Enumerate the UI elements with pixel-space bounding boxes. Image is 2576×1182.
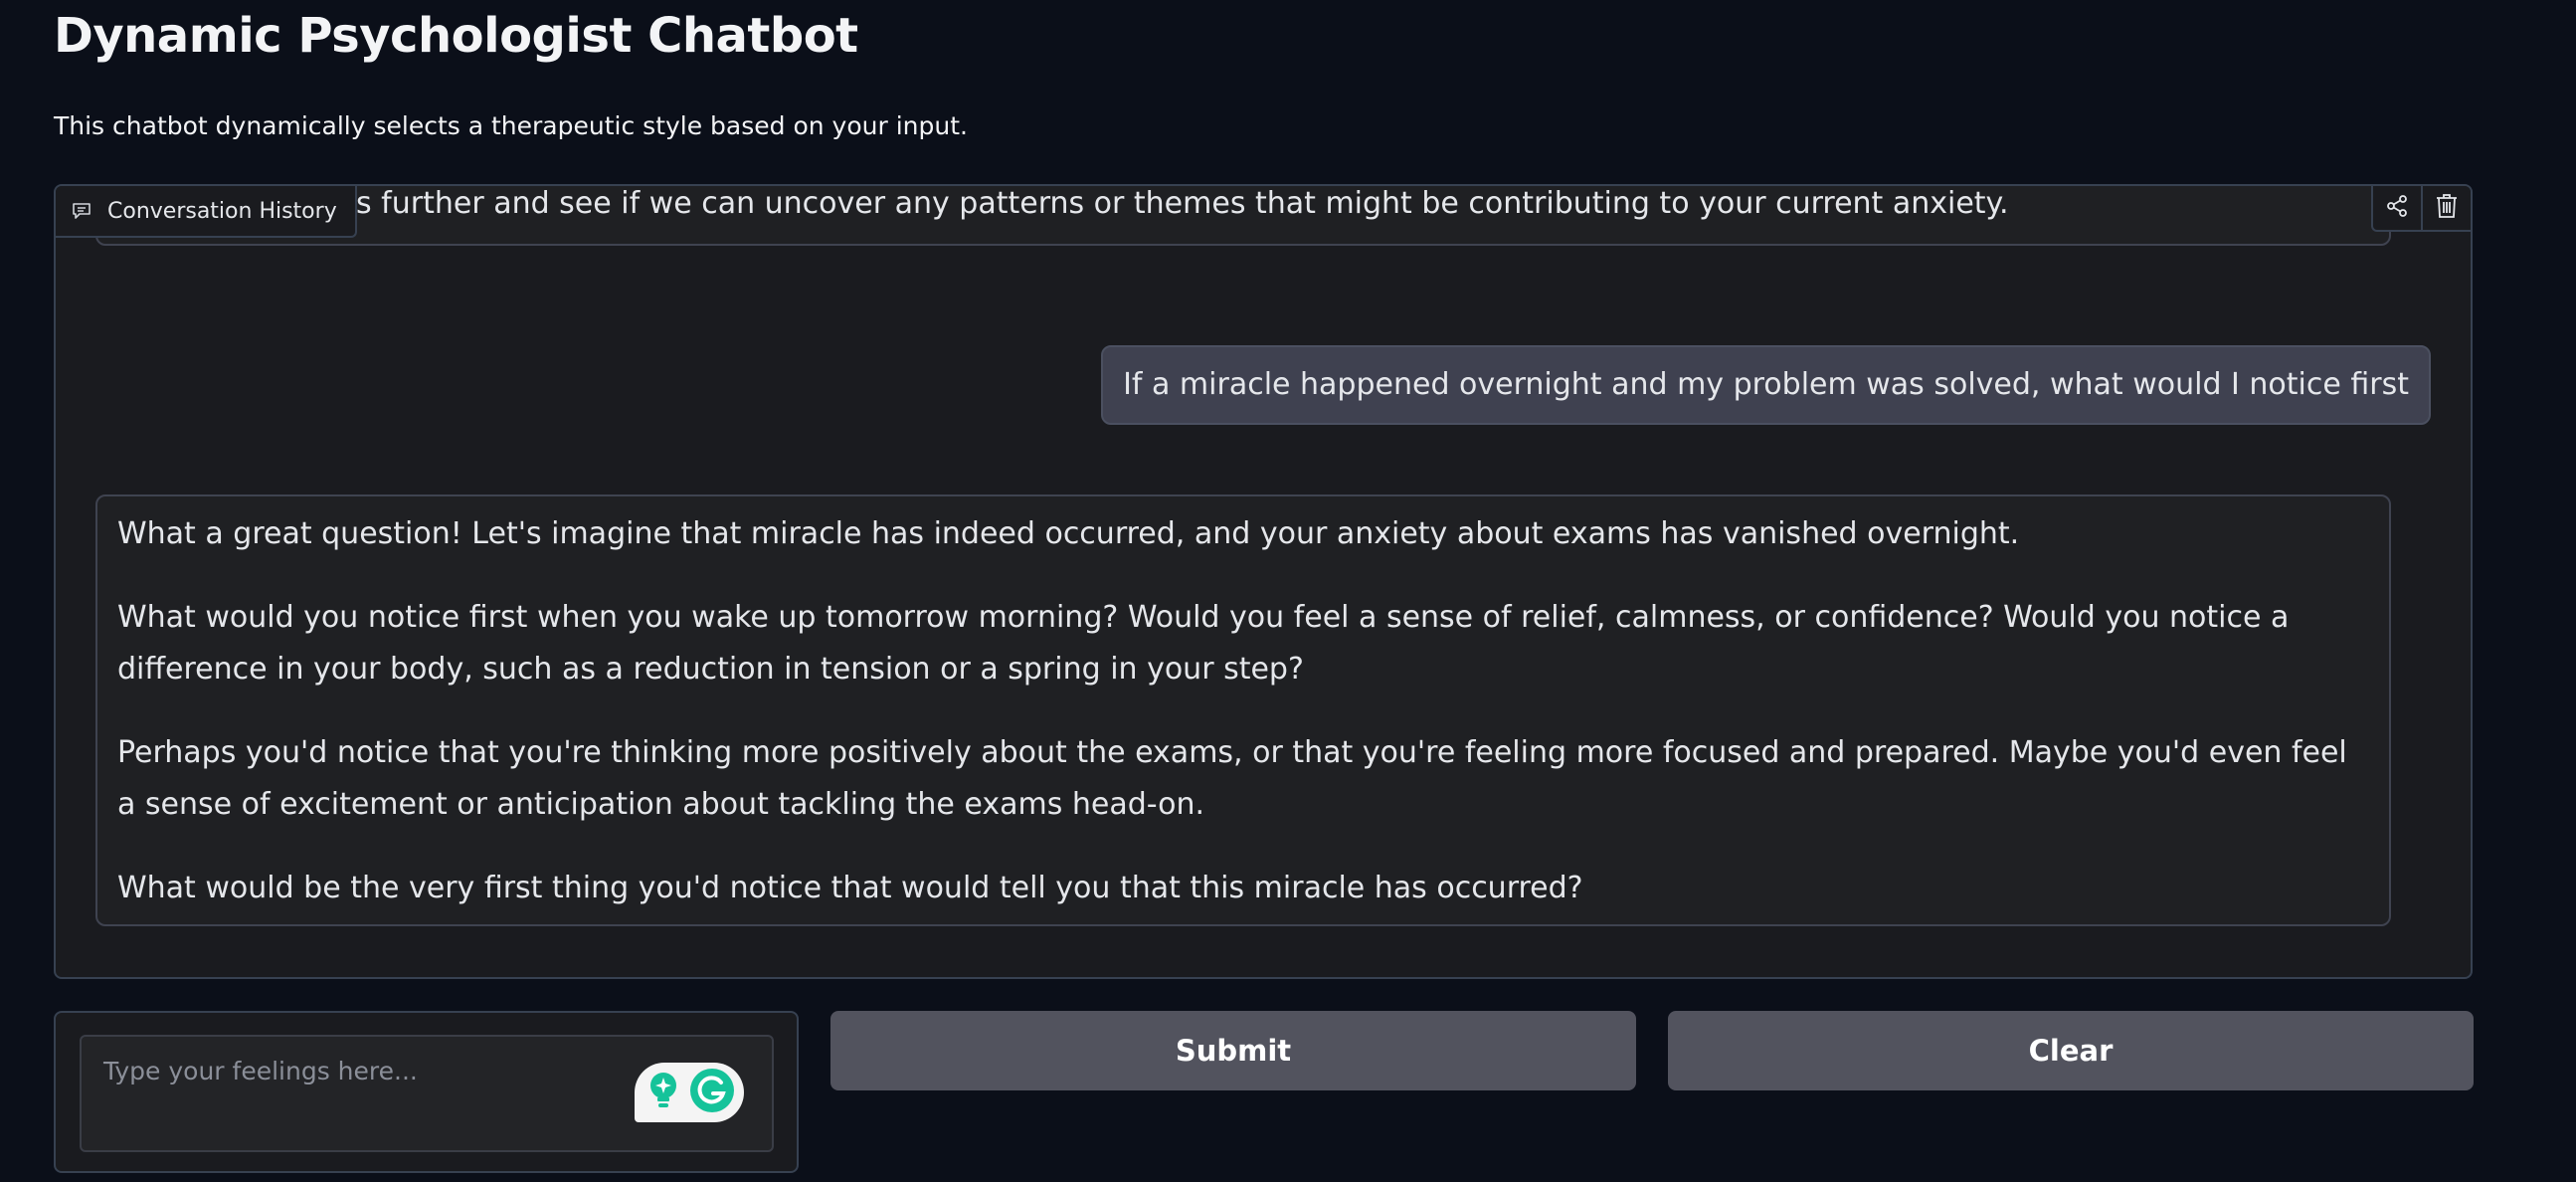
share-button[interactable] — [2373, 186, 2421, 230]
feelings-input-box — [80, 1035, 774, 1152]
input-panel — [54, 1011, 799, 1173]
message-paragraph: What would be the very first thing you'd… — [117, 871, 1583, 905]
grammarly-widget[interactable] — [635, 1063, 744, 1122]
page-title: Dynamic Psychologist Chatbot — [54, 8, 858, 64]
grammarly-icon[interactable] — [689, 1068, 735, 1117]
chat-panel-label-text: Conversation History — [107, 198, 337, 224]
chat-bubble-icon — [72, 202, 92, 220]
message-paragraph: If a miracle happened overnight and my p… — [1123, 367, 2409, 402]
page: Dynamic Psychologist Chatbot This chatbo… — [0, 0, 2576, 1182]
bot-message: Let's explore this further and see if we… — [95, 186, 2391, 246]
page-subtitle: This chatbot dynamically selects a thera… — [54, 111, 968, 140]
bulb-icon[interactable] — [644, 1070, 682, 1115]
bot-message: What a great question! Let's imagine tha… — [95, 494, 2391, 926]
user-message: If a miracle happened overnight and my p… — [1101, 345, 2431, 425]
chat-panel[interactable]: Conversation History Let's explore this … — [54, 184, 2473, 979]
message-paragraph: Let's explore this further and see if we… — [117, 186, 2009, 221]
chat-panel-label: Conversation History — [56, 186, 357, 238]
clear-button[interactable]: Clear — [1668, 1011, 2474, 1090]
submit-button[interactable]: Submit — [830, 1011, 1636, 1090]
message-paragraph: What a great question! Let's imagine tha… — [117, 516, 2020, 551]
message-paragraph: What would you notice first when you wak… — [117, 600, 2290, 687]
message-paragraph: Perhaps you'd notice that you're thinkin… — [117, 735, 2347, 822]
trash-icon — [2436, 193, 2458, 223]
chat-panel-actions — [2371, 186, 2471, 232]
share-icon — [2385, 194, 2409, 222]
clear-history-button[interactable] — [2421, 186, 2471, 230]
